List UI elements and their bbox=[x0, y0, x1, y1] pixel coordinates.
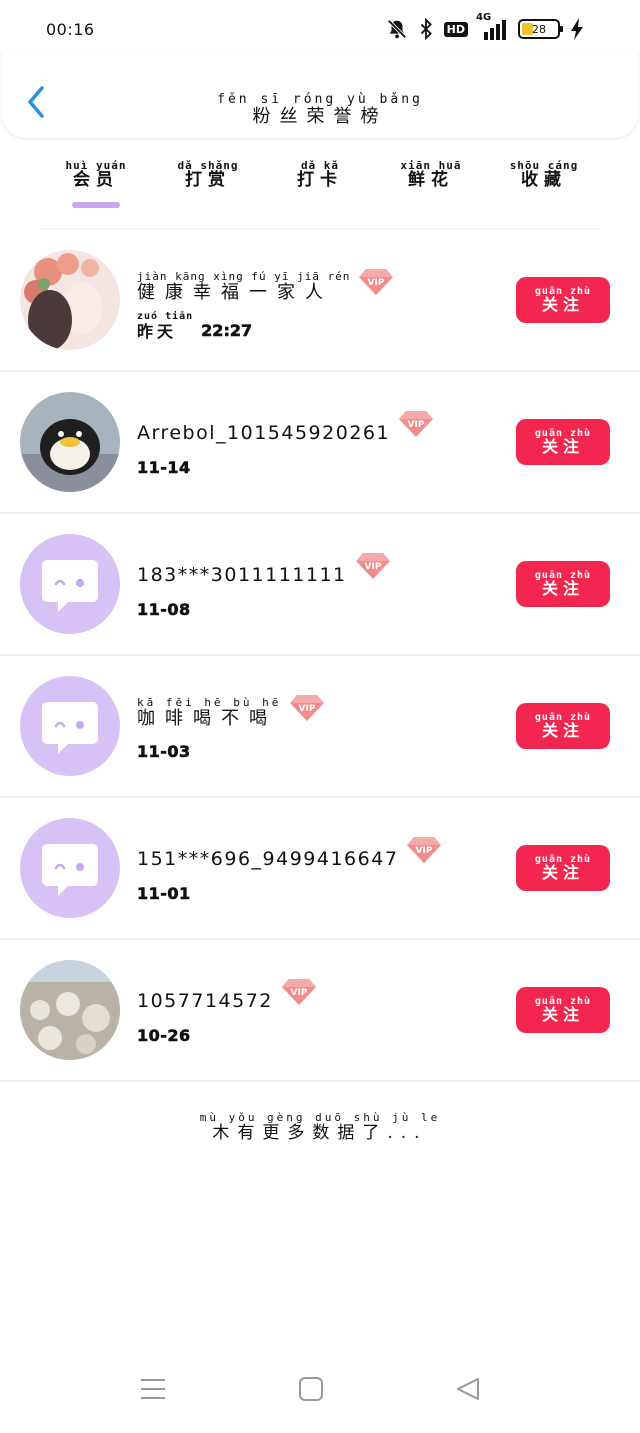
tab-checkin[interactable]: dǎ kǎ 打卡 bbox=[272, 160, 368, 212]
svg-text:VIP: VIP bbox=[408, 420, 425, 430]
hd-icon: HD bbox=[443, 21, 468, 37]
avatar[interactable] bbox=[20, 250, 120, 350]
mute-icon bbox=[386, 18, 408, 40]
bluetooth-icon bbox=[418, 18, 434, 40]
vip-badge-icon: VIP bbox=[355, 553, 390, 579]
fan-date: 11-08 bbox=[137, 600, 191, 620]
vip-badge-icon: VIP bbox=[290, 695, 325, 721]
follow-button[interactable]: guān zhù 关注 bbox=[516, 277, 610, 323]
follow-label: 关注 bbox=[541, 579, 584, 598]
tab-label: 会员 bbox=[72, 170, 119, 190]
avatar[interactable] bbox=[20, 392, 120, 492]
fan-name: 1057714572 bbox=[137, 990, 273, 1012]
fan-row[interactable]: jiàn kāng xìng fú yī jiā rén 健康幸福一家人 VIP… bbox=[0, 230, 640, 372]
page-title-pinyin: fěn sī róng yù bǎng bbox=[217, 92, 423, 107]
fan-row[interactable]: 1057714572 VIP 10-26 guān zhù 关注 bbox=[0, 940, 640, 1082]
follow-button[interactable]: guān zhù 关注 bbox=[516, 845, 610, 891]
follow-label: 关注 bbox=[541, 863, 584, 882]
tab-label: 打赏 bbox=[184, 170, 231, 190]
menu-icon[interactable] bbox=[135, 1374, 171, 1404]
fan-row[interactable]: 151***696_9499416647 VIP 11-01 guān zhù … bbox=[0, 798, 640, 940]
fan-name: 健康幸福一家人 bbox=[137, 282, 333, 303]
network-label: 4G bbox=[476, 12, 492, 23]
tab-bar: huì yuán 会员 dǎ shǎng 打赏 dǎ kǎ 打卡 xiān hu… bbox=[0, 160, 640, 230]
fan-date: 11-03 bbox=[137, 742, 191, 762]
svg-text:VIP: VIP bbox=[416, 846, 433, 856]
tab-flowers[interactable]: xiān huā 鲜花 bbox=[383, 160, 479, 212]
follow-label: 关注 bbox=[541, 295, 584, 314]
back-triangle-icon[interactable] bbox=[450, 1374, 486, 1404]
default-avatar-icon[interactable] bbox=[20, 676, 120, 776]
fan-name-line: Arrebol_101545920261 VIP bbox=[137, 408, 434, 444]
fan-date: 10-26 bbox=[137, 1026, 191, 1046]
no-more-data-message: mù yǒu gèng duō shù jù le 木有更多数据了... bbox=[0, 1106, 640, 1142]
system-nav-bar bbox=[0, 1358, 640, 1422]
follow-label: 关注 bbox=[541, 1005, 584, 1024]
fan-name-pinyin: jiàn kāng xìng fú yī jiā rén bbox=[137, 270, 351, 283]
page-title: fěn sī róng yù bǎng 粉丝荣誉榜 bbox=[2, 88, 638, 126]
svg-text:VIP: VIP bbox=[368, 278, 385, 288]
fan-date: 22:27 bbox=[201, 321, 253, 341]
vip-badge-icon: VIP bbox=[281, 979, 316, 1005]
fan-name: Arrebol_101545920261 bbox=[137, 422, 391, 444]
tab-label: 打卡 bbox=[297, 170, 343, 190]
follow-button[interactable]: guān zhù 关注 bbox=[516, 561, 610, 607]
tab-label: 鲜花 bbox=[407, 170, 454, 190]
follow-button[interactable]: guān zhù 关注 bbox=[516, 703, 610, 749]
fan-name-line: 1057714572 VIP bbox=[137, 976, 317, 1012]
default-avatar-icon[interactable] bbox=[20, 534, 120, 634]
tab-favorites[interactable]: shōu cáng 收藏 bbox=[496, 160, 592, 212]
vip-badge-icon: VIP bbox=[359, 269, 394, 295]
page-title-text: 粉丝荣誉榜 bbox=[252, 106, 388, 127]
tab-rewards[interactable]: dǎ shǎng 打赏 bbox=[160, 160, 256, 212]
follow-button[interactable]: guān zhù 关注 bbox=[516, 987, 610, 1033]
svg-text:VIP: VIP bbox=[364, 562, 381, 572]
tab-label: 收藏 bbox=[520, 170, 567, 190]
fan-row[interactable]: Arrebol_101545920261 VIP 11-14 guān zhù … bbox=[0, 372, 640, 514]
fan-date: 11-01 bbox=[137, 884, 191, 904]
battery-icon: 28 bbox=[518, 19, 563, 39]
follow-label: 关注 bbox=[541, 721, 584, 740]
vip-badge-icon: VIP bbox=[399, 411, 434, 437]
default-avatar-icon[interactable] bbox=[20, 818, 120, 918]
active-tab-indicator bbox=[72, 202, 120, 208]
follow-button[interactable]: guān zhù 关注 bbox=[516, 419, 610, 465]
fan-name-line: jiàn kāng xìng fú yī jiā rén 健康幸福一家人 VIP bbox=[137, 266, 394, 302]
svg-text:VIP: VIP bbox=[299, 704, 316, 714]
svg-text:VIP: VIP bbox=[290, 988, 307, 998]
date-pinyin: zuó tiān bbox=[137, 311, 194, 322]
header-bar: fěn sī róng yù bǎng 粉丝荣誉榜 bbox=[2, 50, 638, 138]
fan-date: 11-14 bbox=[137, 458, 191, 478]
fan-name: 咖啡喝不喝 bbox=[137, 708, 277, 729]
fan-name-line: 183***3011111111 VIP bbox=[137, 550, 391, 586]
fan-name-line: 151***696_9499416647 VIP bbox=[137, 834, 442, 870]
divider bbox=[40, 228, 600, 229]
fan-name-pinyin: kā fēi hē bù hē bbox=[137, 696, 282, 709]
date-word: 昨天 bbox=[137, 322, 178, 341]
charging-icon bbox=[570, 18, 584, 40]
fan-row[interactable]: kā fēi hē bù hē 咖啡喝不喝 VIP 11-03 guān zhù… bbox=[0, 656, 640, 798]
status-time: 00:16 bbox=[46, 20, 95, 39]
follow-label: 关注 bbox=[541, 437, 584, 456]
fan-name: 183***3011111111 bbox=[137, 564, 347, 586]
fan-name-line: kā fēi hē bù hē 咖啡喝不喝 VIP bbox=[137, 692, 325, 728]
footer-text: 木有更多数据了... bbox=[212, 1123, 428, 1143]
fan-name: 151***696_9499416647 bbox=[137, 848, 399, 870]
battery-level: 28 bbox=[532, 22, 546, 36]
fan-date-line: zuó tiān 昨天 22:27 bbox=[137, 311, 253, 341]
vip-badge-icon: VIP bbox=[407, 837, 442, 863]
fan-list: jiàn kāng xìng fú yī jiā rén 健康幸福一家人 VIP… bbox=[0, 230, 640, 1082]
home-icon[interactable] bbox=[293, 1374, 329, 1404]
footer-pinyin: mù yǒu gèng duō shù jù le bbox=[199, 1111, 441, 1124]
signal-icon: 4G bbox=[476, 12, 508, 40]
status-icons: HD 4G 28 bbox=[386, 12, 584, 43]
fan-row[interactable]: 183***3011111111 VIP 11-08 guān zhù 关注 bbox=[0, 514, 640, 656]
avatar[interactable] bbox=[20, 960, 120, 1060]
